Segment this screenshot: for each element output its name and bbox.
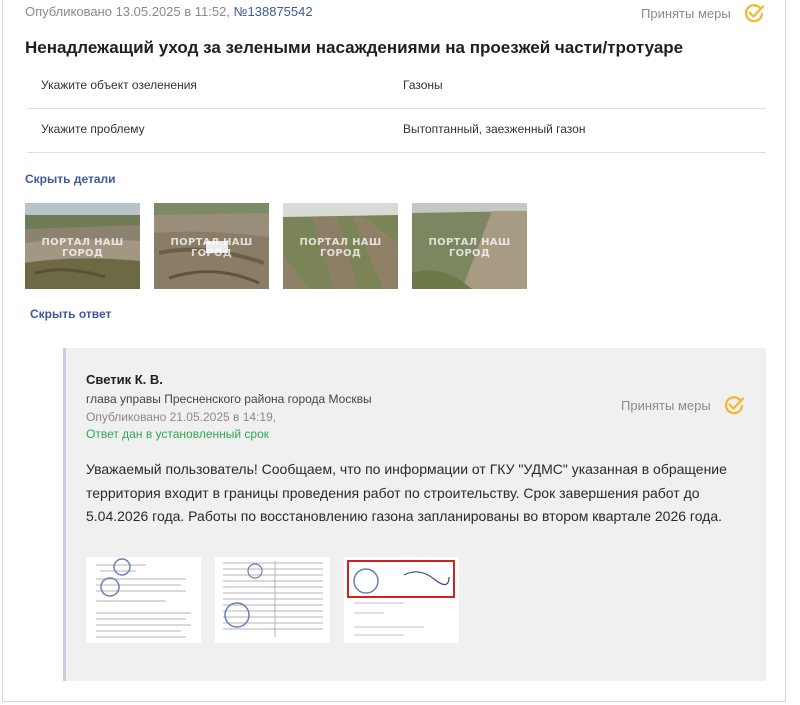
- detail-row: Укажите проблему Вытоптанный, заезженный…: [27, 108, 766, 153]
- check-circle-icon: [724, 396, 744, 415]
- answer-author: Светик К. В.: [86, 372, 163, 387]
- status-label: Приняты меры: [641, 5, 731, 21]
- answer-author-position: глава управы Пресненского района города …: [86, 392, 372, 406]
- document-image: [344, 557, 459, 643]
- document-image: [215, 557, 330, 643]
- photo-watermark: ПОРТАЛ НАШ ГОРОД: [299, 237, 382, 259]
- check-circle-icon: [744, 4, 764, 23]
- detail-value: Вытоптанный, заезженный газон: [403, 122, 586, 136]
- answer-text: Уважаемый пользователь! Сообщаем, что по…: [86, 461, 727, 524]
- detail-label: Укажите объект озеленения: [41, 78, 197, 92]
- photo-thumbnail[interactable]: ПОРТАЛ НАШ ГОРОД: [412, 203, 527, 289]
- document-thumbnail[interactable]: [86, 557, 201, 643]
- appeal-title: Ненадлежащий уход за зелеными насаждения…: [25, 38, 684, 57]
- appeal-number[interactable]: №138875542: [234, 4, 313, 19]
- photo-thumbnail[interactable]: ПОРТАЛ НАШ ГОРОД: [283, 203, 398, 289]
- detail-value: Газоны: [403, 78, 443, 92]
- answer-ontime-note: Ответ дан в установленный срок: [86, 427, 270, 441]
- status-badge: Приняты меры: [641, 2, 765, 24]
- document-thumbnail[interactable]: [215, 557, 330, 643]
- hide-details-link[interactable]: Скрыть детали: [25, 172, 116, 186]
- publication-meta: Опубликовано 13.05.2025 в 11:52, №138875…: [25, 4, 313, 19]
- answer-published-date: Опубликовано 21.05.2025 в 14:19,: [86, 410, 277, 424]
- photo-thumbnail[interactable]: ПОРТАЛ НАШ ГОРОД: [154, 203, 269, 289]
- photo-thumbnail[interactable]: ПОРТАЛ НАШ ГОРОД: [25, 203, 140, 289]
- photo-watermark: ПОРТАЛ НАШ ГОРОД: [428, 237, 511, 259]
- photo-watermark: ПОРТАЛ НАШ ГОРОД: [170, 237, 253, 259]
- answer-status-badge: Приняты меры: [621, 394, 745, 416]
- document-thumbnail[interactable]: [344, 557, 459, 643]
- answer-status-label: Приняты меры: [621, 397, 711, 413]
- published-date: Опубликовано 13.05.2025 в 11:52,: [25, 4, 234, 19]
- detail-label: Укажите проблему: [41, 122, 145, 136]
- document-image: [86, 557, 201, 643]
- appeal-card: Опубликовано 13.05.2025 в 11:52, №138875…: [2, 0, 786, 702]
- official-answer: Светик К. В. глава управы Пресненского р…: [63, 348, 766, 681]
- detail-row: Укажите объект озеленения Газоны: [27, 64, 766, 109]
- photo-watermark: ПОРТАЛ НАШ ГОРОД: [41, 237, 124, 259]
- hide-answer-link[interactable]: Скрыть ответ: [30, 307, 111, 321]
